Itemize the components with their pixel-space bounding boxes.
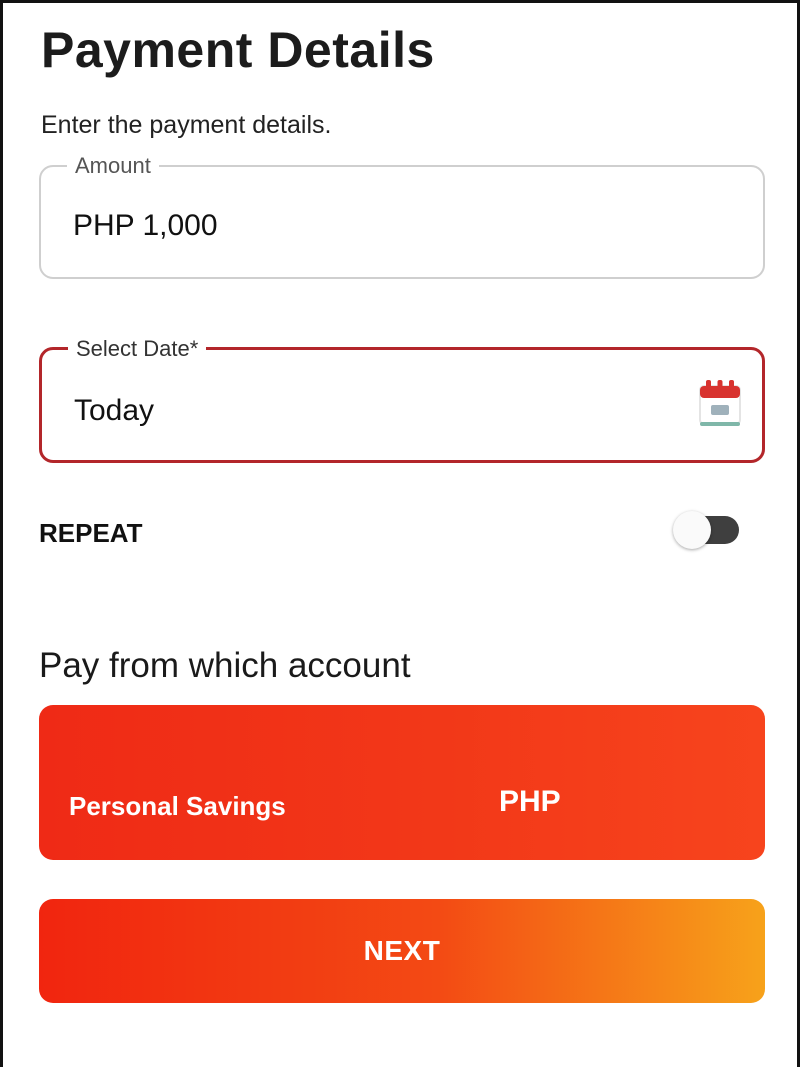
- amount-input[interactable]: PHP 1,000: [73, 209, 218, 243]
- calendar-icon[interactable]: [698, 378, 742, 430]
- next-button[interactable]: NEXT: [39, 899, 765, 1003]
- account-section-heading: Pay from which account: [39, 646, 411, 685]
- repeat-toggle[interactable]: [671, 509, 741, 549]
- account-currency: PHP: [499, 785, 561, 818]
- select-date-label: Select Date*: [68, 336, 207, 362]
- account-card-personal-savings[interactable]: Personal Savings PHP: [39, 705, 765, 860]
- select-date-value[interactable]: Today: [74, 394, 154, 428]
- payment-details-screen: Payment Details Enter the payment detail…: [0, 0, 800, 1067]
- repeat-label: REPEAT: [39, 518, 143, 548]
- amount-field-label: Amount: [67, 153, 159, 179]
- amount-field[interactable]: Amount PHP 1,000: [39, 153, 765, 279]
- repeat-toggle-thumb: [673, 511, 711, 549]
- account-name: Personal Savings: [69, 791, 286, 821]
- page-title: Payment Details: [41, 22, 435, 78]
- page-subtitle: Enter the payment details.: [41, 111, 332, 139]
- select-date-field[interactable]: Select Date* Today: [39, 336, 765, 463]
